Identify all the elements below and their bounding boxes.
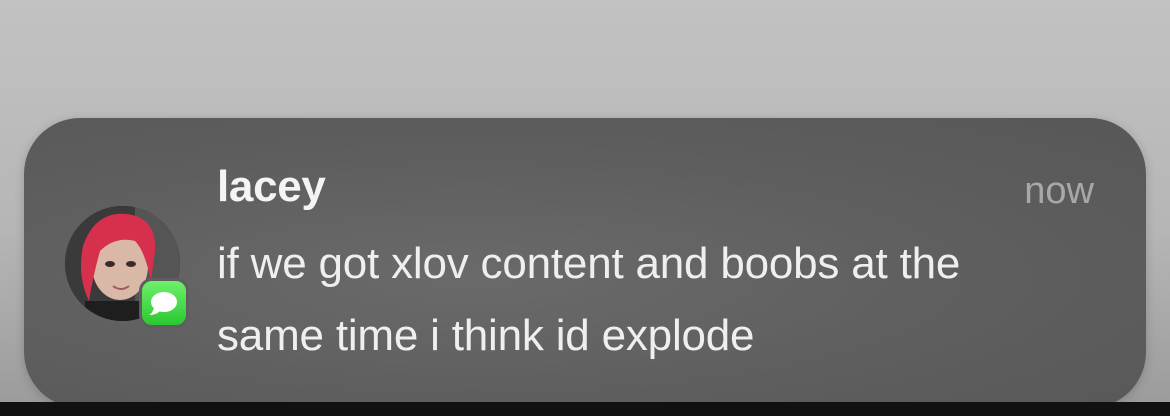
messages-icon bbox=[139, 278, 189, 328]
timestamp: now bbox=[1024, 170, 1094, 212]
avatar-group bbox=[65, 206, 190, 331]
sender-name: lacey bbox=[217, 162, 326, 211]
message-preview: if we got xlov content and boobs at the … bbox=[217, 239, 961, 360]
message-notification-banner[interactable]: lacey now if we got xlov content and boo… bbox=[24, 118, 1146, 408]
background-strip bbox=[0, 402, 1170, 416]
